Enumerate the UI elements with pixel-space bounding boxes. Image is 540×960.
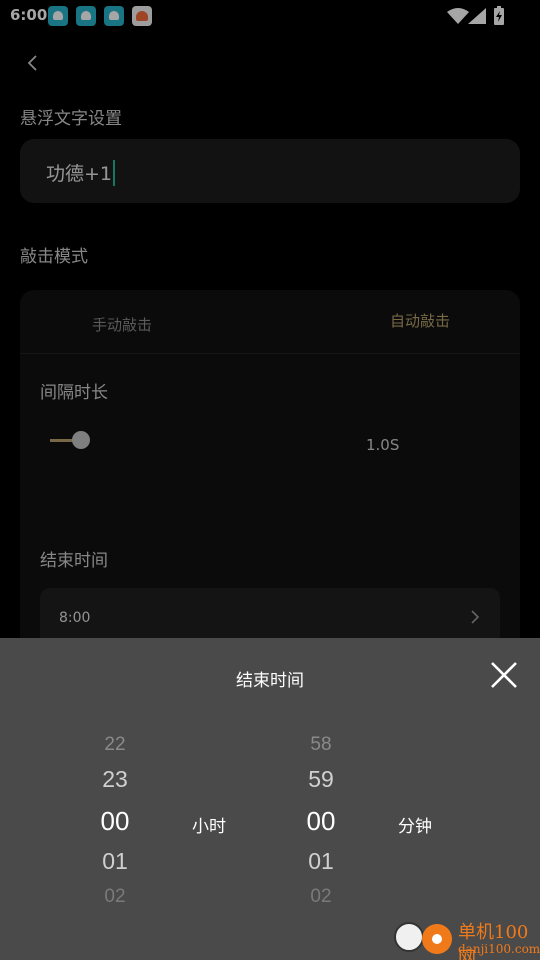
hour-unit-label: 小时	[192, 817, 226, 837]
minute-option[interactable]: 59	[281, 766, 361, 793]
hour-option[interactable]: 22	[75, 734, 155, 756]
end-time-picker-sheet: 结束时间	[0, 638, 540, 960]
minute-option[interactable]: 58	[281, 734, 361, 756]
close-icon[interactable]	[487, 658, 521, 692]
hour-option-selected[interactable]: 00	[75, 806, 155, 837]
watermark-url: danji100.com	[458, 942, 540, 956]
minute-option[interactable]: 02	[281, 886, 361, 908]
minute-unit-label: 分钟	[398, 817, 432, 837]
hour-option[interactable]: 23	[75, 766, 155, 793]
site-watermark: 单机100网 danji100.com	[392, 916, 540, 960]
watermark-logo-icon	[422, 924, 452, 954]
minute-option[interactable]: 01	[281, 848, 361, 875]
watermark-logo-icon	[394, 922, 424, 952]
picker-title: 结束时间	[236, 671, 304, 691]
hour-option[interactable]: 02	[75, 886, 155, 908]
hour-option[interactable]: 01	[75, 848, 155, 875]
minute-option-selected[interactable]: 00	[281, 806, 361, 837]
